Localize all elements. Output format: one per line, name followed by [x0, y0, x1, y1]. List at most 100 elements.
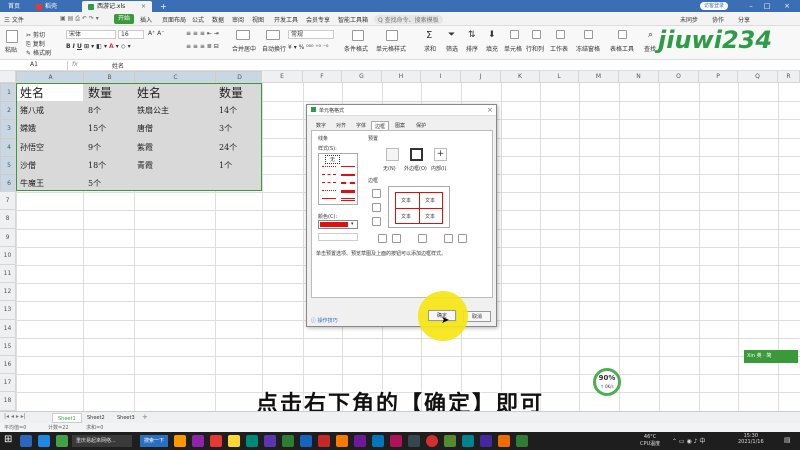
- ime-widget[interactable]: Xin 英 · 简: [744, 350, 798, 363]
- taskbar-app-7[interactable]: [228, 435, 240, 447]
- border-center-button[interactable]: [418, 234, 427, 243]
- line-style-thick[interactable]: [341, 190, 355, 193]
- row-header-14[interactable]: 14: [0, 319, 16, 338]
- row-header-5[interactable]: 5: [0, 155, 16, 174]
- table-tools-label[interactable]: 表格工具: [610, 44, 634, 53]
- number-format-icons[interactable]: ¥ ▾ % ⁰⁰⁰ ⁺⁰ ⁻⁰: [288, 44, 328, 51]
- taskbar-app-15[interactable]: [372, 435, 384, 447]
- add-sheet-icon[interactable]: +: [142, 413, 148, 421]
- line-style-medium[interactable]: [341, 174, 355, 176]
- windows-start-icon[interactable]: ⊞: [4, 434, 12, 445]
- taskbar-app-20[interactable]: [462, 435, 474, 447]
- row-header-12[interactable]: 12: [0, 283, 16, 302]
- table-cell[interactable]: 紫霞: [137, 142, 153, 153]
- find-icon[interactable]: ⌕: [648, 30, 653, 40]
- taskbar-app-4[interactable]: [174, 435, 186, 447]
- column-header-b[interactable]: B: [83, 71, 134, 83]
- border-left-button[interactable]: [392, 234, 401, 243]
- line-style-double[interactable]: [341, 198, 355, 201]
- auto-wrap-label[interactable]: 自动换行: [262, 44, 286, 53]
- table-cell[interactable]: 嫦娥: [20, 123, 36, 134]
- line-style-dotted[interactable]: [322, 166, 336, 167]
- worksheet-icon[interactable]: [556, 30, 565, 39]
- line-style-medium-dashed[interactable]: [341, 182, 355, 184]
- table-header-cell[interactable]: 数量: [88, 84, 112, 101]
- dialog-tab-align[interactable]: 对齐: [333, 121, 349, 130]
- table-header-cell[interactable]: 姓名: [137, 84, 161, 101]
- column-header-n[interactable]: N: [619, 71, 659, 83]
- column-header-r[interactable]: R: [778, 71, 800, 83]
- taskbar-app-14[interactable]: [354, 435, 366, 447]
- taskbar-app-22[interactable]: [498, 435, 510, 447]
- command-search[interactable]: Q 查找命令、搜索模板: [374, 15, 443, 24]
- column-header-i[interactable]: I: [421, 71, 461, 83]
- cell-label[interactable]: 单元格: [504, 44, 522, 53]
- clock[interactable]: 15:30 2021/1/16: [738, 433, 764, 445]
- taskbar-app-12[interactable]: [318, 435, 330, 447]
- column-header-g[interactable]: G: [342, 71, 382, 83]
- notification-icon[interactable]: ▤: [784, 436, 791, 444]
- row-header-13[interactable]: 13: [0, 301, 16, 320]
- select-all-corner[interactable]: [0, 71, 16, 83]
- taskbar-app-16[interactable]: [390, 435, 402, 447]
- taskbar-app-18[interactable]: [426, 435, 438, 447]
- taskbar-search[interactable]: 搜索一下: [140, 435, 168, 447]
- name-box[interactable]: A1: [2, 61, 68, 70]
- align-top-icons[interactable]: ≡ ≡ ≡ ⇤ ⇥: [186, 30, 219, 37]
- font-size-select[interactable]: 16: [118, 30, 144, 39]
- table-cell[interactable]: 孙悟空: [20, 142, 44, 153]
- row-header-9[interactable]: 9: [0, 228, 16, 247]
- column-header-d[interactable]: D: [215, 71, 262, 83]
- preset-inside-icon[interactable]: +: [434, 148, 447, 161]
- preset-outline-icon[interactable]: [410, 148, 423, 161]
- sort-label[interactable]: 排序: [466, 44, 478, 53]
- sync-status[interactable]: 未同步: [680, 15, 698, 24]
- font-grow-icons[interactable]: A⁺ A⁻: [148, 30, 164, 37]
- column-header-h[interactable]: H: [382, 71, 421, 83]
- table-cell[interactable]: 沙僧: [20, 160, 36, 171]
- border-diag-up-button[interactable]: [378, 234, 387, 243]
- font-name-select[interactable]: 宋体: [66, 30, 116, 39]
- column-header-k[interactable]: K: [501, 71, 540, 83]
- maximize-icon[interactable]: □: [760, 1, 774, 11]
- font-style-buttons[interactable]: B I U ⊞ ▾ ◧ ▾ A ▾ ◇ ▾: [66, 43, 131, 50]
- merge-center-icon[interactable]: [236, 30, 250, 40]
- tray-icons[interactable]: ⌃ ▭ ◉ ♪ 中: [672, 436, 705, 445]
- minimize-icon[interactable]: –: [744, 1, 758, 11]
- menu-review[interactable]: 审阅: [232, 15, 244, 24]
- cell-icon[interactable]: [510, 30, 519, 39]
- column-header-a[interactable]: A: [16, 71, 83, 83]
- fill-icon[interactable]: ⬇: [488, 30, 496, 40]
- taskbar-app-1[interactable]: [20, 435, 32, 447]
- merge-center-label[interactable]: 合并居中: [232, 44, 256, 53]
- freeze-label[interactable]: 冻结窗格: [576, 44, 600, 53]
- row-col-icon[interactable]: [532, 30, 541, 39]
- align-bottom-icons[interactable]: ≡ ≡ ≡ ≣ ⊟: [186, 43, 219, 50]
- column-header-p[interactable]: P: [699, 71, 738, 83]
- table-cell[interactable]: 青霞: [137, 160, 153, 171]
- tab-home[interactable]: 首页: [2, 1, 26, 12]
- taskbar-app-13[interactable]: [336, 435, 348, 447]
- table-header-cell[interactable]: 数量: [219, 84, 243, 101]
- conditional-format-label[interactable]: 条件格式: [344, 44, 368, 53]
- row-header-4[interactable]: 4: [0, 137, 16, 156]
- taskbar-app-10[interactable]: [282, 435, 294, 447]
- close-tab-icon[interactable]: ×: [141, 1, 146, 12]
- taskbar-app-8[interactable]: [246, 435, 258, 447]
- row-header-2[interactable]: 2: [0, 101, 16, 120]
- cell-style-icon[interactable]: [386, 30, 398, 41]
- border-middle-button[interactable]: [372, 203, 381, 212]
- dialog-tab-pattern[interactable]: 图案: [392, 121, 408, 130]
- taskbar-app-11[interactable]: [300, 435, 312, 447]
- sort-icon[interactable]: ⇅: [468, 30, 476, 40]
- line-style-dashed[interactable]: [322, 174, 336, 175]
- line-style-none[interactable]: 无: [325, 155, 341, 164]
- dialog-tab-protect[interactable]: 保护: [413, 121, 429, 130]
- border-top-button[interactable]: [372, 189, 381, 198]
- auto-wrap-icon[interactable]: [266, 30, 280, 40]
- menu-insert[interactable]: 插入: [140, 15, 152, 24]
- sheet-tab-3[interactable]: Sheet3: [112, 413, 140, 423]
- column-header-e[interactable]: E: [262, 71, 303, 83]
- fx-icon[interactable]: fx: [72, 61, 78, 68]
- column-header-f[interactable]: F: [303, 71, 342, 83]
